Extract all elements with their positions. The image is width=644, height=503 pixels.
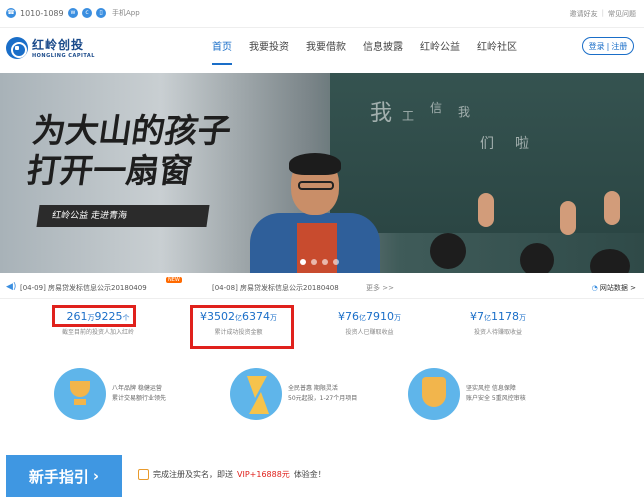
main-header: 红岭创投 HONGLING CAPITAL 首页 我要投资 我要借款 信息披露 … [0,28,644,72]
feature-security: 坚实风控 信息保障 账户安全 5重风控审核 [408,368,526,420]
beginner-guide-button[interactable]: 新手指引 › [6,455,122,497]
banner-subslogan: 红岭公益 走进青海 [36,205,210,227]
logo-name-cn: 红岭创投 [32,38,85,52]
raised-hand [478,193,494,227]
divider: | [606,41,610,51]
service-phone: ☎ 1010-1089 [6,8,64,18]
platform-stats: 261万9225个 截至目前的投资人加入红岭 ¥3502亿6374万 累计成功投… [0,302,644,352]
nav-item-charity[interactable]: 红岭公益 [420,38,460,65]
banner-slogan: 为大山的孩子 打开一扇窗 [24,111,234,190]
carousel-indicators [300,259,339,265]
feature-flexible: 全民普惠 期限灵活 50元起投，1-27个月项目 [230,368,357,420]
stat-pending-income: ¥7亿1178万 投资人待赚取收益 [470,310,526,336]
mobile-app-icon[interactable]: ▯ [96,8,106,18]
signup-promo[interactable]: 完成注册及实名，即送 VIP+16888元 体验金！ [138,469,326,480]
social-links: w c ▯ 手机App [68,8,140,18]
feature-highlights: 八年品牌 稳健运营 累计交易额行业领先 全民普惠 期限灵活 50元起投，1-27… [0,360,644,440]
feature-brand: 八年品牌 稳健运营 累计交易额行业领先 [54,368,166,420]
nav-item-borrow[interactable]: 我要借款 [306,38,346,65]
homepage: ☎ 1010-1089 w c ▯ 手机App 邀请好友 | 常见问题 红岭创投… [0,0,644,503]
main-nav: 首页 我要投资 我要借款 信息披露 红岭公益 红岭社区 [212,38,534,65]
faq-link[interactable]: 常见问题 [608,9,636,19]
mobile-app-link[interactable]: 手机App [112,8,140,18]
more-announcements-link[interactable]: 更多 >> [366,283,394,293]
announcement-item[interactable]: [04-09] 房易贷发标信息公示20180409 [20,283,147,293]
student-head [430,233,466,269]
new-badge: NEW [166,277,182,283]
carousel-dot[interactable] [300,259,306,265]
announcement-bar: ◀) [04-09] 房易贷发标信息公示20180409 NEW [04-08]… [0,275,644,299]
site-data-link[interactable]: ◔ 网站数据 > [592,283,636,293]
carousel-dot[interactable] [322,259,328,265]
shield-icon [408,368,460,420]
raised-hand [560,201,576,235]
top-right-links: 邀请好友 | 常见问题 [570,9,636,19]
speaker-icon: ◀) [6,282,17,292]
login-link[interactable]: 登录 [589,41,605,52]
weibo-icon[interactable]: w [68,8,78,18]
wechat-icon[interactable]: c [82,8,92,18]
login-register: 登录 | 注册 [582,37,634,55]
phone-icon: ☎ [6,8,16,18]
lightning-icon [230,368,282,420]
site-logo[interactable]: 红岭创投 HONGLING CAPITAL [6,36,95,59]
trophy-icon [54,368,106,420]
student-head [520,243,554,273]
top-utility-bar: ☎ 1010-1089 w c ▯ 手机App 邀请好友 | 常见问题 [0,0,644,28]
nav-item-disclosure[interactable]: 信息披露 [363,38,403,65]
stat-earned-income: ¥76亿7910万 投资人已赚取收益 [338,310,401,336]
logo-name-en: HONGLING CAPITAL [32,53,95,59]
nav-item-community[interactable]: 红岭社区 [477,38,517,65]
logo-icon [6,36,28,59]
carousel-dot[interactable] [333,259,339,265]
nav-item-invest[interactable]: 我要投资 [249,38,289,65]
divider: | [601,9,604,17]
announcement-item[interactable]: [04-08] 房易贷发标信息公示20180408 [212,283,339,293]
chart-icon: ◔ [591,284,600,292]
glasses-icon [298,181,334,190]
register-link[interactable]: 注册 [611,41,627,52]
student-head [590,249,630,273]
raised-hand [604,191,620,225]
hero-banner[interactable]: 我 工 信 我 们 啦 为大山的孩子 打开一扇窗 红岭公益 走进青海 [0,73,644,273]
phone-number: 1010-1089 [20,8,64,18]
highlight-box [190,305,294,349]
highlight-box [52,305,136,327]
carousel-dot[interactable] [311,259,317,265]
chevron-right-icon: › [92,467,100,485]
gift-icon [138,469,149,480]
nav-item-home[interactable]: 首页 [212,38,232,65]
invite-friends-link[interactable]: 邀请好友 [570,9,598,19]
